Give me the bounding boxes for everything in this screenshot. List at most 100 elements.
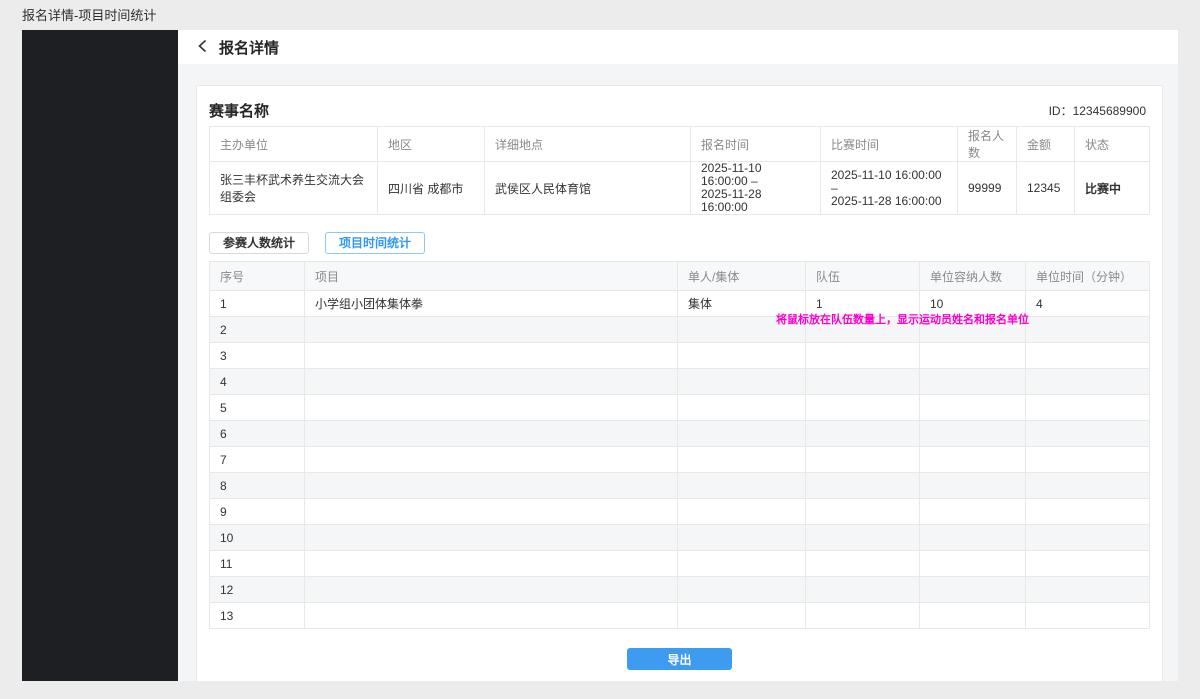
cell (806, 421, 920, 447)
cell (1026, 577, 1150, 603)
main-area: 报名详情 赛事名称 ID：12345689900 (178, 30, 1178, 681)
cell[interactable]: 1 (806, 291, 920, 317)
tab-participant-stats[interactable]: 参赛人数统计 (209, 232, 309, 254)
cell-index: 6 (210, 421, 305, 447)
cell-index: 13 (210, 603, 305, 629)
app-window: 报名详情 赛事名称 ID：12345689900 (22, 30, 1178, 681)
cell-index: 11 (210, 551, 305, 577)
cell: 小学组小团体集体拳 (305, 291, 678, 317)
cell-index: 7 (210, 447, 305, 473)
cell (806, 499, 920, 525)
event-card-header: 赛事名称 ID：12345689900 (209, 94, 1150, 126)
cell-index: 2 (210, 317, 305, 343)
table-row: 5 (210, 395, 1150, 421)
table-row: 3 (210, 343, 1150, 369)
event-card: 赛事名称 ID：12345689900 主办单位 地区 详细地点 (196, 85, 1163, 681)
event-id-value: 12345689900 (1073, 104, 1146, 118)
col-unit-capacity: 单位容纳人数 (920, 262, 1026, 291)
cell (678, 447, 806, 473)
table-row: 13 (210, 603, 1150, 629)
event-info-table: 主办单位 地区 详细地点 报名时间 比赛时间 报名人数 金额 状态 张三丰杯武术 (209, 126, 1150, 215)
cell-organizer: 张三丰杯武术养生交流大会组委会 (210, 162, 378, 215)
cell (305, 473, 678, 499)
stats-table-wrapper: 序号 项目 单人/集体 队伍 单位容纳人数 单位时间（分钟） 1 小学组小团体集体… (209, 261, 1150, 629)
cell (678, 343, 806, 369)
col-match-time: 比赛时间 (821, 127, 958, 162)
cell-index: 4 (210, 369, 305, 395)
cell-index: 10 (210, 525, 305, 551)
cell (305, 343, 678, 369)
col-status: 状态 (1075, 127, 1150, 162)
col-venue: 详细地点 (485, 127, 691, 162)
cell (1026, 473, 1150, 499)
export-row: 导出 (209, 648, 1150, 670)
info-header-row: 主办单位 地区 详细地点 报名时间 比赛时间 报名人数 金额 状态 (210, 127, 1150, 162)
cell (806, 317, 920, 343)
cell (920, 603, 1026, 629)
cell (1026, 603, 1150, 629)
cell-match-time: 2025-11-10 16:00:00 – 2025-11-28 16:00:0… (821, 162, 958, 215)
cell-index: 12 (210, 577, 305, 603)
cell-index: 3 (210, 343, 305, 369)
cell (678, 551, 806, 577)
cell (806, 395, 920, 421)
cell (305, 369, 678, 395)
cell (1026, 317, 1150, 343)
cell-region: 四川省 成都市 (378, 162, 485, 215)
cell (806, 369, 920, 395)
cell (806, 447, 920, 473)
table-row: 6 (210, 421, 1150, 447)
cell (1026, 447, 1150, 473)
cell: 10 (920, 291, 1026, 317)
info-data-row: 张三丰杯武术养生交流大会组委会 四川省 成都市 武侯区人民体育馆 2025-11… (210, 162, 1150, 215)
cell (806, 603, 920, 629)
cell (920, 395, 1026, 421)
cell: 4 (1026, 291, 1150, 317)
page-title: 报名详情 (219, 37, 279, 58)
col-amount: 金额 (1017, 127, 1075, 162)
cell (920, 369, 1026, 395)
cell: 集体 (678, 291, 806, 317)
cell (678, 577, 806, 603)
event-id: ID：12345689900 (1049, 102, 1146, 119)
table-row: 10 (210, 525, 1150, 551)
cell (806, 525, 920, 551)
table-row: 2 (210, 317, 1150, 343)
cell (920, 447, 1026, 473)
col-organizer: 主办单位 (210, 127, 378, 162)
table-row: 1小学组小团体集体拳集体1104 (210, 291, 1150, 317)
cell-amount: 12345 (1017, 162, 1075, 215)
cell (920, 551, 1026, 577)
col-signup-count: 报名人数 (958, 127, 1017, 162)
col-teams: 队伍 (806, 262, 920, 291)
content: 赛事名称 ID：12345689900 主办单位 地区 详细地点 (178, 64, 1178, 681)
col-unit-time: 单位时间（分钟） (1026, 262, 1150, 291)
col-project: 项目 (305, 262, 678, 291)
cell-venue: 武侯区人民体育馆 (485, 162, 691, 215)
cell-index: 9 (210, 499, 305, 525)
cell (806, 473, 920, 499)
col-signup-time: 报名时间 (691, 127, 821, 162)
cell (678, 499, 806, 525)
col-index: 序号 (210, 262, 305, 291)
cell (678, 317, 806, 343)
cell (305, 317, 678, 343)
status-badge: 比赛中 (1075, 162, 1150, 215)
col-region: 地区 (378, 127, 485, 162)
cell (678, 369, 806, 395)
back-button[interactable] (196, 39, 210, 56)
stats-header-row: 序号 项目 单人/集体 队伍 单位容纳人数 单位时间（分钟） (210, 262, 1150, 291)
cell (806, 577, 920, 603)
tab-bar: 参赛人数统计 项目时间统计 (209, 232, 1150, 254)
cell-signup-time: 2025-11-10 16:00:00 – 2025-11-28 16:00:0… (691, 162, 821, 215)
cell (305, 603, 678, 629)
cell (678, 473, 806, 499)
chevron-left-icon (196, 39, 210, 56)
table-row: 11 (210, 551, 1150, 577)
export-button[interactable]: 导出 (627, 648, 732, 670)
cell-index: 8 (210, 473, 305, 499)
tab-project-time-stats[interactable]: 项目时间统计 (325, 232, 425, 254)
cell (806, 551, 920, 577)
stats-table: 序号 项目 单人/集体 队伍 单位容纳人数 单位时间（分钟） 1 小学组小团体集体… (209, 261, 1150, 629)
event-id-label: ID： (1049, 104, 1073, 118)
